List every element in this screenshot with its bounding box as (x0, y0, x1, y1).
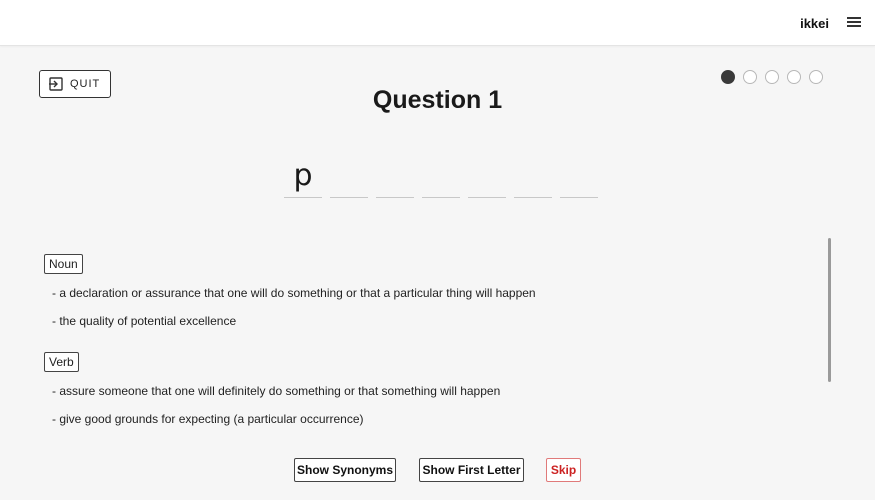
answer-letter-slots[interactable]: p (284, 156, 598, 198)
definitions-scrollbar[interactable] (828, 238, 831, 382)
definitions-panel[interactable]: Noun - a declaration or assurance that o… (44, 236, 824, 432)
top-bar: ikkei (0, 0, 875, 46)
letter-slot[interactable] (468, 156, 506, 198)
letter-slot[interactable] (422, 156, 460, 198)
question-progress (721, 70, 823, 84)
definition-item: - a declaration or assurance that one wi… (52, 286, 536, 300)
show-synonyms-button[interactable]: Show Synonyms (294, 458, 396, 482)
progress-dot (743, 70, 757, 84)
letter-slot[interactable] (376, 156, 414, 198)
progress-dot (787, 70, 801, 84)
letter-slot[interactable] (560, 156, 598, 198)
show-first-letter-button[interactable]: Show First Letter (419, 458, 524, 482)
username: ikkei (800, 16, 829, 31)
hamburger-menu-icon[interactable] (847, 16, 861, 28)
definition-item: - assure someone that one will definitel… (52, 384, 501, 398)
progress-dot (809, 70, 823, 84)
part-of-speech-badge: Noun (44, 254, 83, 274)
definition-item: - the quality of potential excellence (52, 314, 237, 328)
progress-dot (721, 70, 735, 84)
progress-dot (765, 70, 779, 84)
definition-item: - give good grounds for expecting (a par… (52, 412, 364, 426)
letter-slot[interactable] (330, 156, 368, 198)
definition-group-verb: Verb - assure someone that one will defi… (44, 352, 824, 426)
skip-button[interactable]: Skip (546, 458, 581, 482)
question-title: Question 1 (372, 86, 503, 114)
definition-group-noun: Noun - a declaration or assurance that o… (44, 254, 824, 328)
part-of-speech-badge: Verb (44, 352, 79, 372)
letter-slot[interactable] (514, 156, 552, 198)
letter-slot[interactable]: p (284, 156, 322, 198)
